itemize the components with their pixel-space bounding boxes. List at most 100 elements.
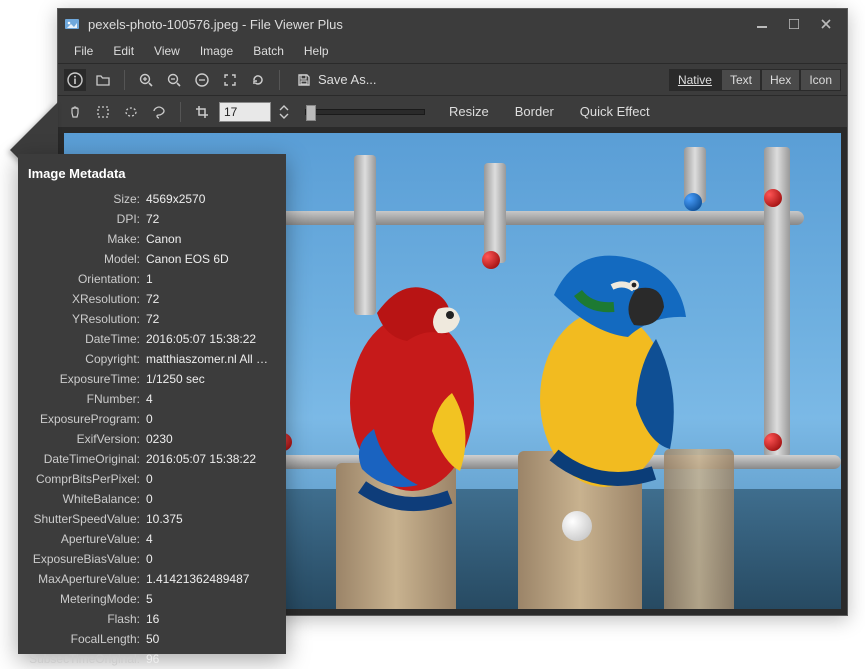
maximize-button[interactable]	[779, 13, 809, 35]
menu-edit[interactable]: Edit	[103, 41, 144, 61]
metadata-row: ExifVersion:0230	[22, 429, 276, 449]
menu-view[interactable]: View	[144, 41, 190, 61]
menu-image[interactable]: Image	[190, 41, 243, 61]
metadata-key: Size:	[22, 189, 146, 209]
quick-effect-button[interactable]: Quick Effect	[580, 104, 650, 119]
metadata-row: ExposureProgram:0	[22, 409, 276, 429]
metadata-row: MeteringMode:5	[22, 589, 276, 609]
metadata-row: Orientation:1	[22, 269, 276, 289]
metadata-key: MeteringMode:	[22, 589, 146, 609]
metadata-value: 72	[146, 309, 276, 329]
metadata-panel: Image Metadata Size:4569x2570DPI:72Make:…	[18, 154, 286, 654]
metadata-key: DPI:	[22, 209, 146, 229]
view-tab-hex[interactable]: Hex	[761, 69, 800, 91]
metadata-row: FocalLength:50	[22, 629, 276, 649]
image-decor	[764, 433, 782, 451]
metadata-key: Make:	[22, 229, 146, 249]
info-icon[interactable]	[64, 69, 86, 91]
zoom-slider[interactable]	[305, 109, 425, 115]
view-tab-text[interactable]: Text	[721, 69, 761, 91]
metadata-key: ExifVersion:	[22, 429, 146, 449]
metadata-rows: Size:4569x2570DPI:72Make:CanonModel:Cano…	[22, 189, 276, 669]
view-tab-icon[interactable]: Icon	[800, 69, 841, 91]
metadata-value: 10.375	[146, 509, 276, 529]
metadata-row: ComprBitsPerPixel:0	[22, 469, 276, 489]
zoom-stepper-icon[interactable]	[277, 101, 291, 123]
image-decor	[684, 193, 702, 211]
metadata-key: WhiteBalance:	[22, 489, 146, 509]
metadata-row: ApertureValue:4	[22, 529, 276, 549]
lasso-tool-icon[interactable]	[148, 101, 170, 123]
open-folder-icon[interactable]	[92, 69, 114, 91]
metadata-row: Size:4569x2570	[22, 189, 276, 209]
view-mode-tabs: Native Text Hex Icon	[669, 69, 841, 91]
metadata-key: YResolution:	[22, 309, 146, 329]
fit-screen-icon[interactable]	[219, 69, 241, 91]
zoom-in-icon[interactable]	[135, 69, 157, 91]
metadata-row: Copyright:matthiaszomer.nl All Rights Re…	[22, 349, 276, 369]
menu-help[interactable]: Help	[294, 41, 339, 61]
resize-button[interactable]: Resize	[449, 104, 489, 119]
metadata-row: ExposureBiasValue:0	[22, 549, 276, 569]
metadata-value: 50	[146, 629, 276, 649]
metadata-value: 0	[146, 469, 276, 489]
metadata-value: 2016:05:07 15:38:22	[146, 449, 276, 469]
metadata-value: 72	[146, 209, 276, 229]
minimize-button[interactable]	[747, 13, 777, 35]
border-button[interactable]: Border	[515, 104, 554, 119]
image-decor	[562, 511, 592, 541]
metadata-row: SubsecTimeOriginal:96	[22, 649, 276, 669]
toolbar-image: Resize Border Quick Effect	[58, 95, 847, 127]
ellipse-select-icon[interactable]	[120, 101, 142, 123]
metadata-value: 1/1250 sec	[146, 369, 276, 389]
hand-tool-icon[interactable]	[64, 101, 86, 123]
image-decor	[302, 253, 502, 513]
metadata-key: FNumber:	[22, 389, 146, 409]
metadata-row: FNumber:4	[22, 389, 276, 409]
save-icon	[296, 72, 312, 88]
save-as-label: Save As...	[318, 72, 377, 87]
metadata-value: matthiaszomer.nl All Rights Res	[146, 349, 276, 369]
metadata-key: ComprBitsPerPixel:	[22, 469, 146, 489]
menu-file[interactable]: File	[64, 41, 103, 61]
metadata-row: ShutterSpeedValue:10.375	[22, 509, 276, 529]
metadata-key: DateTime:	[22, 329, 146, 349]
view-tab-native[interactable]: Native	[669, 69, 721, 91]
metadata-key: Flash:	[22, 609, 146, 629]
metadata-key: ShutterSpeedValue:	[22, 509, 146, 529]
zoom-slider-thumb[interactable]	[306, 105, 316, 121]
metadata-row: Flash:16	[22, 609, 276, 629]
separator	[279, 70, 280, 90]
metadata-row: Make:Canon	[22, 229, 276, 249]
metadata-value: Canon EOS 6D	[146, 249, 276, 269]
image-decor	[764, 189, 782, 207]
metadata-key: SubsecTimeOriginal:	[22, 649, 146, 669]
metadata-value: 4	[146, 389, 276, 409]
zoom-reset-icon[interactable]	[191, 69, 213, 91]
metadata-value: 2016:05:07 15:38:22	[146, 329, 276, 349]
app-icon	[64, 16, 80, 32]
separator	[180, 102, 181, 122]
rotate-icon[interactable]	[247, 69, 269, 91]
close-button[interactable]	[811, 13, 841, 35]
metadata-key: ExposureProgram:	[22, 409, 146, 429]
zoom-value-input[interactable]	[219, 102, 271, 122]
metadata-value: Canon	[146, 229, 276, 249]
metadata-value: 4	[146, 529, 276, 549]
metadata-value: 96	[146, 649, 276, 669]
crop-tool-icon[interactable]	[191, 101, 213, 123]
menu-batch[interactable]: Batch	[243, 41, 294, 61]
toolbar-main: Save As... Native Text Hex Icon	[58, 63, 847, 95]
save-as-button[interactable]: Save As...	[290, 72, 383, 88]
metadata-row: ExposureTime:1/1250 sec	[22, 369, 276, 389]
metadata-title: Image Metadata	[22, 162, 276, 189]
metadata-key: ExposureBiasValue:	[22, 549, 146, 569]
titlebar: pexels-photo-100576.jpeg - File Viewer P…	[58, 9, 847, 39]
separator	[124, 70, 125, 90]
metadata-value: 0230	[146, 429, 276, 449]
metadata-key: Copyright:	[22, 349, 146, 369]
metadata-value: 16	[146, 609, 276, 629]
metadata-value: 0	[146, 549, 276, 569]
zoom-out-icon[interactable]	[163, 69, 185, 91]
marquee-tool-icon[interactable]	[92, 101, 114, 123]
